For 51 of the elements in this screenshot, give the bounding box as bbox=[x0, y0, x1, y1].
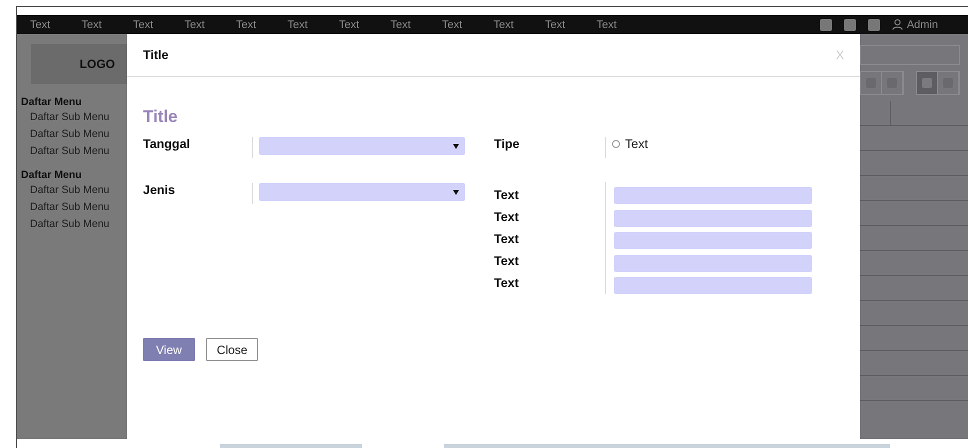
input-field[interactable] bbox=[614, 277, 812, 294]
submenu-item[interactable]: Daftar Sub Menu bbox=[30, 111, 127, 123]
field-label: Text bbox=[494, 188, 520, 204]
menu-heading[interactable]: Daftar Menu bbox=[21, 169, 127, 181]
close-button[interactable]: Close bbox=[206, 338, 258, 361]
toolbar-button[interactable] bbox=[917, 72, 938, 94]
nav-link[interactable]: Text bbox=[494, 18, 545, 30]
submenu-item[interactable]: Daftar Sub Menu bbox=[30, 201, 127, 213]
submenu-item[interactable]: Daftar Sub Menu bbox=[30, 184, 127, 196]
user-icon bbox=[892, 19, 903, 30]
submenu-item[interactable]: Daftar Sub Menu bbox=[30, 145, 127, 157]
square-icon bbox=[922, 78, 932, 88]
nav-link[interactable]: Text bbox=[545, 18, 596, 30]
nav-link[interactable]: Text bbox=[82, 18, 133, 30]
input-field[interactable] bbox=[614, 210, 812, 226]
radio-label[interactable]: Text bbox=[625, 137, 648, 151]
toolbar-icon[interactable] bbox=[844, 18, 856, 30]
toolbar-icon[interactable] bbox=[820, 18, 832, 30]
radio-button[interactable] bbox=[612, 140, 620, 148]
field-label: Text bbox=[494, 210, 520, 226]
menu-heading[interactable]: Daftar Menu bbox=[21, 96, 127, 108]
field-label: Jenis bbox=[143, 183, 176, 197]
field-label: Tanggal bbox=[143, 137, 191, 151]
section-title: Title bbox=[143, 107, 179, 127]
nav-link[interactable]: Text bbox=[339, 18, 390, 30]
modal-title: Title bbox=[143, 48, 168, 62]
field-label: Tipe bbox=[494, 137, 520, 151]
submenu-item[interactable]: Daftar Sub Menu bbox=[30, 218, 127, 230]
nav-link[interactable]: Text bbox=[442, 18, 494, 30]
submenu-item[interactable]: Daftar Sub Menu bbox=[30, 128, 127, 140]
field-label: Text bbox=[494, 276, 520, 292]
toolbar-icon[interactable] bbox=[868, 18, 880, 30]
nav-link[interactable]: Text bbox=[236, 18, 288, 30]
input-field[interactable] bbox=[614, 232, 812, 249]
nav-link[interactable]: Text bbox=[288, 18, 339, 30]
dropdown-field[interactable] bbox=[259, 137, 465, 155]
logo: LOGO bbox=[31, 44, 127, 84]
caret-icon bbox=[453, 144, 459, 148]
field-label: Text bbox=[494, 232, 520, 248]
nav-link[interactable]: Text bbox=[30, 18, 82, 30]
caret-icon bbox=[453, 190, 459, 194]
nav-link[interactable]: Text bbox=[133, 18, 184, 30]
nav-link[interactable]: Text bbox=[390, 18, 442, 30]
nav-link[interactable]: Text bbox=[596, 18, 648, 30]
field-label: Text bbox=[494, 254, 520, 270]
view-button[interactable]: View bbox=[143, 338, 195, 361]
user-name[interactable]: Admin bbox=[906, 18, 938, 30]
dropdown-field[interactable] bbox=[259, 183, 465, 201]
input-field[interactable] bbox=[614, 187, 812, 204]
nav-link[interactable]: Text bbox=[184, 18, 236, 30]
input-field[interactable] bbox=[614, 254, 812, 272]
